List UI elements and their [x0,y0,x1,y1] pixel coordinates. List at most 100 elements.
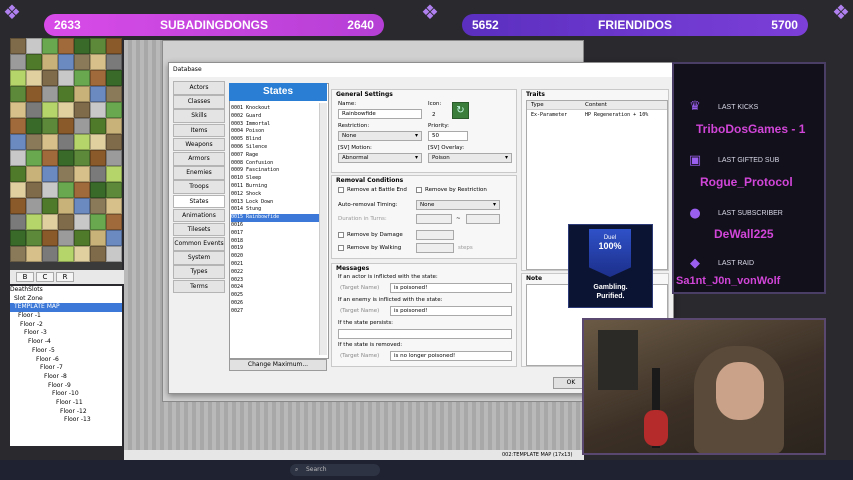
tile-swatch[interactable] [26,150,42,166]
map-tree-item[interactable]: Floor -8 [10,373,122,382]
tile-swatch[interactable] [74,214,90,230]
category-tab[interactable]: Items [173,123,225,138]
tile-swatch[interactable] [58,182,74,198]
tile-swatch[interactable] [74,182,90,198]
tile-swatch[interactable] [106,214,122,230]
auto-timing-select[interactable]: None [416,200,500,210]
tile-swatch[interactable] [10,166,26,182]
tile-swatch[interactable] [26,38,42,54]
tile-swatch[interactable] [42,86,58,102]
tile-swatch[interactable] [10,134,26,150]
state-list-item[interactable]: 0013 Lock Down [231,199,319,207]
tile-swatch[interactable] [90,102,106,118]
tile-swatch[interactable] [74,150,90,166]
category-tab[interactable]: Common Events [173,237,225,251]
state-list-item[interactable]: 0025 [231,292,319,300]
tile-swatch[interactable] [74,38,90,54]
tile-swatch[interactable] [58,70,74,86]
tileset-tab[interactable]: R [56,272,74,282]
tile-swatch[interactable] [26,182,42,198]
tile-swatch[interactable] [42,102,58,118]
tile-swatch[interactable] [106,134,122,150]
tile-swatch[interactable] [10,86,26,102]
tile-swatch[interactable] [106,70,122,86]
tile-swatch[interactable] [42,166,58,182]
state-icon[interactable]: ↻ [452,102,469,119]
remove-damage-checkbox[interactable] [338,232,344,238]
tile-swatch[interactable] [90,198,106,214]
category-tab[interactable]: Troops [173,180,225,194]
tile-swatch[interactable] [90,166,106,182]
tile-swatch[interactable] [26,54,42,70]
map-tree-item[interactable]: Floor -3 [10,329,122,338]
duration-min-field[interactable] [416,214,452,224]
tile-swatch[interactable] [42,246,58,262]
state-list-item[interactable]: 0007 Rage [231,152,319,160]
tile-swatch[interactable] [106,166,122,182]
name-field[interactable]: Rainbowfide [338,109,422,119]
tile-swatch[interactable] [42,70,58,86]
state-list-item[interactable]: 0020 [231,253,319,261]
message-persist-field[interactable] [338,329,512,339]
tile-swatch[interactable] [10,198,26,214]
map-tree-item[interactable]: Floor -12 [10,408,122,417]
state-list-item[interactable]: 0027 [231,308,319,316]
category-tab[interactable]: Enemies [173,166,225,180]
tile-swatch[interactable] [26,246,42,262]
change-maximum-button[interactable]: Change Maximum... [229,359,327,371]
tile-swatch[interactable] [74,118,90,134]
tile-swatch[interactable] [10,230,26,246]
category-tab[interactable]: Terms [173,279,225,294]
tile-swatch[interactable] [74,86,90,102]
state-list-item[interactable]: 0005 Blind [231,136,319,144]
tile-swatch[interactable] [10,246,26,262]
tile-swatch[interactable] [106,38,122,54]
category-tab[interactable]: Actors [173,81,225,95]
tile-swatch[interactable] [90,182,106,198]
state-list-item[interactable]: 0015 Rainbowfide [231,214,319,222]
map-tree-item[interactable]: DeathSlots [10,286,122,295]
restriction-select[interactable]: None [338,131,422,141]
map-tree-item[interactable]: Slot Zone [10,295,122,304]
tile-swatch[interactable] [58,150,74,166]
sponsor-ad[interactable]: Duel 100% Gambling. Purified. [568,224,653,308]
tile-swatch[interactable] [106,54,122,70]
category-tab[interactable]: System [173,251,225,265]
tile-swatch[interactable] [74,230,90,246]
tile-swatch[interactable] [58,246,74,262]
map-tree-item[interactable]: Floor -11 [10,399,122,408]
map-tree-item[interactable]: Floor -1 [10,312,122,321]
tile-swatch[interactable] [74,54,90,70]
remove-restriction-checkbox[interactable] [416,187,422,193]
state-list-item[interactable]: 0008 Confusion [231,160,319,168]
state-list-item[interactable]: 0012 Shock [231,191,319,199]
state-list-item[interactable]: 0006 Silence [231,144,319,152]
states-scrollbar[interactable] [319,103,327,355]
tile-swatch[interactable] [90,86,106,102]
tile-swatch[interactable] [10,214,26,230]
category-tab[interactable]: Skills [173,109,225,123]
tile-swatch[interactable] [90,134,106,150]
state-list-item[interactable]: 0023 [231,277,319,285]
state-list-item[interactable]: 0021 [231,261,319,269]
tile-swatch[interactable] [26,198,42,214]
tile-swatch[interactable] [90,54,106,70]
map-tree-item[interactable]: Floor -4 [10,338,122,347]
tile-swatch[interactable] [42,54,58,70]
tile-swatch[interactable] [26,70,42,86]
tileset-tab[interactable]: C [36,272,54,282]
map-tree-item[interactable]: Floor -7 [10,364,122,373]
map-tree-item[interactable]: Floor -6 [10,356,122,365]
tile-swatch[interactable] [106,230,122,246]
state-list-item[interactable]: 0010 Sleep [231,175,319,183]
tileset-palette[interactable] [10,38,122,270]
tile-swatch[interactable] [90,70,106,86]
map-tree-item[interactable]: Floor -5 [10,347,122,356]
tile-swatch[interactable] [58,134,74,150]
tile-swatch[interactable] [10,182,26,198]
remove-walking-checkbox[interactable] [338,245,344,251]
category-tab[interactable]: Classes [173,95,225,109]
tile-swatch[interactable] [90,246,106,262]
map-tree-item[interactable]: Floor -10 [10,390,122,399]
tile-swatch[interactable] [42,198,58,214]
